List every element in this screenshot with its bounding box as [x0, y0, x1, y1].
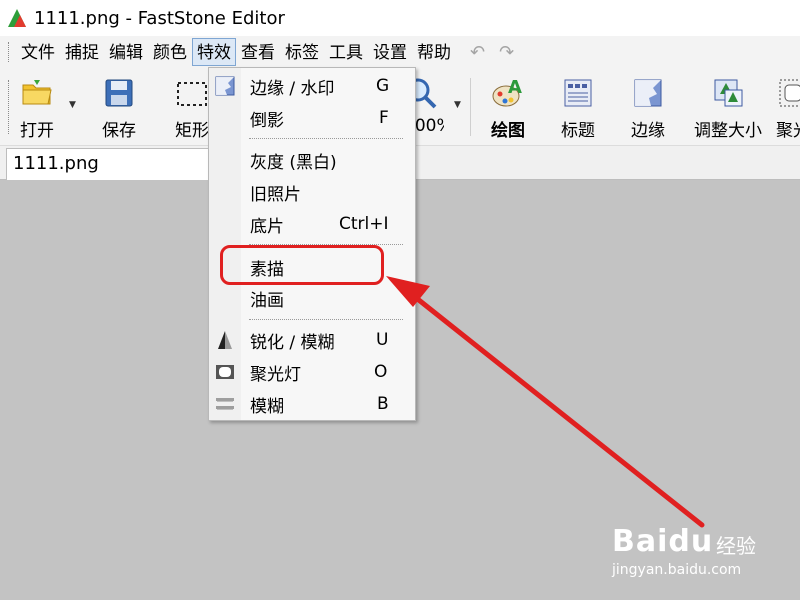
baidu-watermark: Baidu 经验 jingyan.baidu.com — [612, 512, 782, 582]
watermark-url: jingyan.baidu.com — [612, 562, 742, 578]
watermark-brand: Baidu — [612, 524, 714, 559]
watermark-product: 经验 — [716, 534, 756, 558]
red-arrow-annotation — [386, 276, 705, 528]
